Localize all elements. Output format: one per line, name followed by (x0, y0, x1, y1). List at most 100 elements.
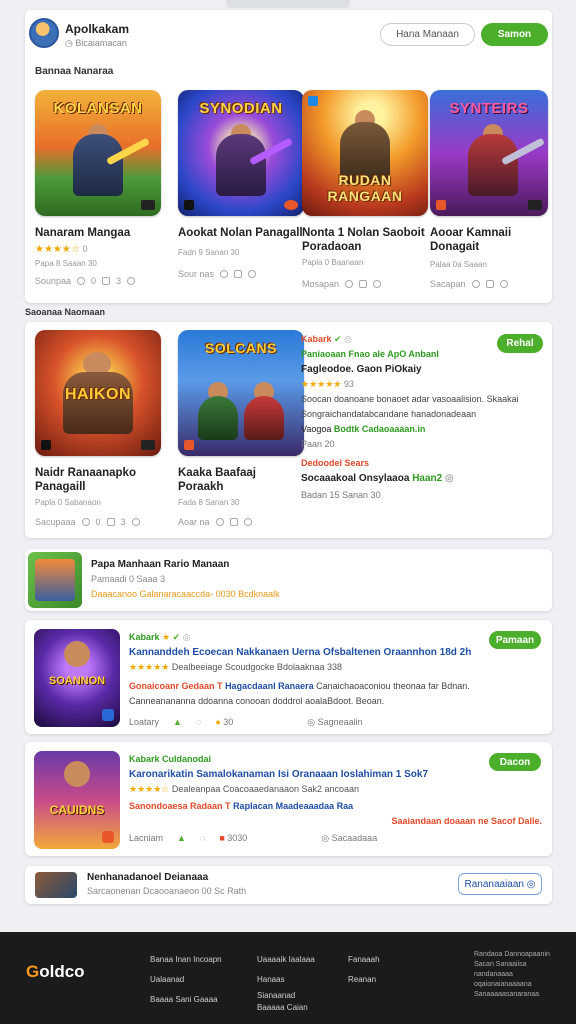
install-button[interactable]: Pamaan (489, 631, 541, 649)
promo-thumbnail[interactable] (28, 552, 82, 608)
game-tile[interactable]: SOLCANS Kaaka Baafaaj Poraakh Fada 8 San… (178, 330, 304, 527)
promo-title: Papa Manhaan Rario Manaan (91, 559, 230, 570)
app-title: Apolkakam (65, 22, 130, 36)
comment-icon[interactable] (220, 270, 229, 278)
tile-actions: Sour nas (178, 269, 304, 279)
game-meta: Papla 0 Baanaan (302, 258, 364, 267)
game-thumbnail[interactable]: SYNTEIRS (430, 90, 548, 216)
tile-actions: Sounpaa 0 3 (35, 276, 161, 286)
list-item[interactable]: SOANNON Kabark ★ ✔ ◎ Kannanddeh Ecoecan … (25, 620, 552, 734)
clock-icon[interactable] (127, 277, 136, 285)
game-meta: Fadn 9 Sanan 30 (178, 248, 240, 257)
verified-icon: ✔ (334, 334, 342, 344)
game-tile[interactable]: HAIKON Naidr Ranaanapko Panagaill Papla … (35, 330, 161, 527)
footer-col-1: Banaa Inan Incoapn Ualaanad Baaaa Sani G… (150, 950, 222, 1010)
game-title: Nanaram Mangaa (35, 227, 131, 239)
footer-link[interactable]: Baaaaa Caian (257, 1002, 315, 1014)
list-info: Kabark ★ ✔ ◎ Kannanddeh Ecoecan Nakkanae… (129, 630, 542, 730)
comment-icon[interactable] (471, 280, 480, 288)
avatar[interactable] (29, 18, 59, 48)
game-title: Aooar Kamnaii Donagait (430, 227, 512, 253)
install-button[interactable]: Dacon (489, 753, 541, 771)
featured-card: HAIKON Naidr Ranaanapko Panagaill Papla … (25, 322, 552, 538)
footer-link[interactable]: Sianaanad (257, 990, 315, 1002)
section-title: Saoanaa Naomaan (25, 307, 106, 317)
comment-icon[interactable] (77, 277, 86, 285)
mini-title: Nenhanadanoel Deianaaa (87, 872, 209, 883)
clock-icon[interactable] (248, 270, 257, 278)
share-icon[interactable] (106, 518, 115, 526)
footer: Goldco Banaa Inan Incoapn Ualaanad Baaaa… (0, 932, 576, 1024)
mini-subtitle: Sarcaonenan Dcaooanaeon 00 Sc Rath (87, 886, 247, 896)
game-tile[interactable]: KOLANSAN Nanaram Mangaa ★★★★☆ 0 Papa 8 S… (35, 90, 161, 286)
game-meta: Palaa 0a Saaan (430, 260, 487, 269)
clock-icon[interactable] (499, 280, 508, 288)
comment-icon[interactable] (81, 518, 90, 526)
rating-stars: ★★★★☆ 0 (35, 244, 88, 255)
view-button[interactable]: Rananaaiaan ◎ (458, 873, 542, 895)
game-tile[interactable]: SYNTEIRS Aooar Kamnaii Donagait Palaa 0a… (430, 90, 548, 289)
footer-link[interactable]: Fanaaah (348, 950, 380, 970)
comment-icon[interactable]: ◌ (200, 831, 205, 846)
promo-subtitle: Pamaadi 0 Saaa 3 (91, 574, 166, 584)
clock-icon[interactable] (373, 280, 382, 288)
promo-strip[interactable]: Papa Manhaan Rario Manaan Pamaadi 0 Saaa… (25, 549, 552, 611)
game-thumbnail[interactable]: CAUIDNS (34, 751, 120, 849)
featured-info: Kabark ✔ ◎ Paniaoaan Fnao ale ApO Anbanl… (301, 334, 519, 500)
comment-icon[interactable] (345, 280, 354, 288)
info-icon: ◎ (344, 334, 352, 344)
game-thumbnail[interactable]: HAIKON (35, 330, 161, 456)
footer-link[interactable]: Baaaa Sani Gaaaa (150, 990, 222, 1010)
game-thumbnail[interactable]: SYNODIAN (178, 90, 304, 216)
like-icon[interactable]: ▲ (177, 831, 186, 846)
footer-link[interactable]: Hanaas (257, 970, 315, 990)
game-thumbnail[interactable]: KOLANSAN (35, 90, 161, 216)
mini-thumbnail[interactable] (35, 872, 77, 898)
footer-logo[interactable]: Goldco (26, 962, 85, 982)
manage-button[interactable]: Hana Manaan (380, 23, 475, 46)
top-handle (226, 0, 350, 8)
list-info: Kabark Culdanodai Karonarikatin Samaloka… (129, 752, 542, 846)
tile-actions: Aoar na (178, 517, 304, 527)
section-title: Bannaa Nanaraa (35, 66, 114, 77)
comment-icon[interactable] (215, 518, 224, 526)
share-icon[interactable] (234, 270, 243, 278)
list-item[interactable]: CAUIDNS Kabark Culdanodai Karonarikatin … (25, 742, 552, 856)
game-title: Kaaka Baafaaj Poraakh (178, 467, 256, 493)
footer-link[interactable]: Banaa Inan Incoapn (150, 950, 222, 970)
app-subtitle: ◷ Bicaiamacan (65, 38, 127, 48)
game-thumbnail[interactable]: SOLCANS (178, 330, 304, 456)
footer-col-3: Fanaaah Reanan (348, 950, 380, 990)
like-icon[interactable]: ▲ (173, 715, 182, 730)
game-title: Nonta 1 Nolan Saoboit Poradaoan (302, 227, 425, 253)
clock-icon[interactable] (131, 518, 140, 526)
clock-icon[interactable] (243, 518, 252, 526)
promo-line: Daaacanoo Galanaracaaccda- 0030 Bcdknaal… (91, 589, 280, 599)
share-icon[interactable] (229, 518, 238, 526)
game-thumbnail[interactable]: SOANNON (34, 629, 120, 727)
footer-note: Randaoa Dannoapaanin Sacan Sanaaiisa nan… (474, 951, 550, 998)
primary-button[interactable]: Samon (481, 23, 548, 46)
footer-link[interactable]: Ualaanad (150, 970, 222, 990)
comment-icon[interactable]: ◌ (196, 715, 201, 730)
tile-actions: Mosapan (302, 279, 428, 289)
share-icon[interactable] (485, 280, 494, 288)
game-tile[interactable]: RUDAN RANGAAN Nonta 1 Nolan Saoboit Pora… (302, 90, 428, 289)
game-title: Aookat Nolan Panagall (178, 227, 303, 239)
game-title: Naidr Ranaanapko Panagaill (35, 467, 136, 493)
footer-link[interactable]: Uaaaaik Iaalaaa (257, 950, 315, 970)
tile-actions: Sacupaaa 0 3 (35, 517, 161, 527)
share-icon[interactable] (102, 277, 111, 285)
tile-actions: Sacapan (430, 279, 548, 289)
game-meta: Papla 0 Sabanaon (35, 498, 101, 507)
share-icon[interactable] (359, 280, 368, 288)
install-button[interactable]: Rehal (497, 334, 543, 353)
footer-link[interactable]: Reanan (348, 970, 380, 990)
game-thumbnail[interactable]: RUDAN RANGAAN (302, 90, 428, 216)
footer-col-2: Uaaaaik Iaalaaa Hanaas Sianaanad Baaaaa … (257, 950, 315, 1014)
game-tile[interactable]: SYNODIAN Aookat Nolan Panagall Fadn 9 Sa… (178, 90, 304, 279)
game-meta: Fada 8 Sanan 30 (178, 498, 240, 507)
main-card: Apolkakam ◷ Bicaiamacan Hana Manaan Samo… (25, 10, 552, 303)
game-meta: Papa 8 Saaan 30 (35, 259, 97, 268)
mini-item[interactable]: Nenhanadanoel Deianaaa Sarcaonenan Dcaoo… (25, 866, 552, 904)
